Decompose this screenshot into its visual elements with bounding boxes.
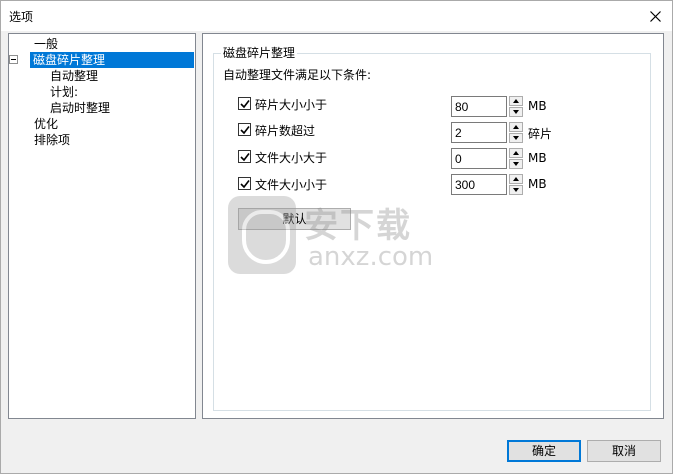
- spin-down-button[interactable]: [509, 133, 523, 143]
- chevron-down-icon: [513, 110, 519, 114]
- chevron-down-icon: [513, 162, 519, 166]
- unit-label: MB: [528, 177, 547, 191]
- window-title: 选项: [9, 10, 34, 24]
- cancel-button[interactable]: 取消: [587, 440, 661, 462]
- collapse-toggle[interactable]: [9, 55, 18, 64]
- checkmark-icon: [240, 126, 250, 135]
- chevron-up-icon: [513, 177, 519, 181]
- file-size-min-label: 文件大小大于: [255, 151, 328, 165]
- options-tree: [8, 33, 196, 419]
- checkmark-icon: [240, 153, 250, 162]
- tree-item-defrag[interactable]: 磁盘碎片整理: [30, 52, 194, 68]
- checkmark-icon: [240, 100, 250, 109]
- fragment-size-input[interactable]: [451, 96, 507, 117]
- tree-item-schedule[interactable]: 计划:: [50, 84, 78, 100]
- file-size-max-label: 文件大小小于: [255, 178, 328, 192]
- file-size-max-spinner: [509, 174, 523, 195]
- spin-up-button[interactable]: [509, 122, 523, 132]
- file-size-min-input[interactable]: [451, 148, 507, 169]
- close-button[interactable]: [638, 1, 672, 31]
- spin-up-button[interactable]: [509, 96, 523, 106]
- chevron-up-icon: [513, 125, 519, 129]
- tree-item-general[interactable]: 一般: [34, 36, 58, 52]
- tree-item-exclusions[interactable]: 排除项: [34, 132, 70, 148]
- fragment-count-input[interactable]: [451, 122, 507, 143]
- fragment-size-label: 碎片大小小于: [255, 98, 328, 112]
- chevron-up-icon: [513, 99, 519, 103]
- checkmark-icon: [240, 180, 250, 189]
- unit-label: MB: [528, 151, 547, 165]
- tree-item-boot-defrag[interactable]: 启动时整理: [50, 100, 110, 116]
- ok-button[interactable]: 确定: [507, 440, 581, 462]
- spin-down-button[interactable]: [509, 107, 523, 117]
- unit-label: 碎片: [528, 127, 553, 141]
- chevron-down-icon: [513, 188, 519, 192]
- unit-label: MB: [528, 99, 547, 113]
- fragment-size-checkbox[interactable]: [238, 97, 251, 110]
- tree-item-optimize[interactable]: 优化: [34, 116, 58, 132]
- spin-up-button[interactable]: [509, 174, 523, 184]
- file-size-max-checkbox[interactable]: [238, 177, 251, 190]
- chevron-up-icon: [513, 151, 519, 155]
- file-size-min-spinner: [509, 148, 523, 169]
- group-title: 磁盘碎片整理: [221, 44, 298, 61]
- fragment-count-spinner: [509, 122, 523, 143]
- fragment-count-label: 碎片数超过: [255, 124, 316, 138]
- spin-up-button[interactable]: [509, 148, 523, 158]
- spin-down-button[interactable]: [509, 159, 523, 169]
- fragment-count-checkbox[interactable]: [238, 123, 251, 136]
- close-icon: [649, 10, 661, 22]
- default-button[interactable]: 默认: [238, 208, 351, 230]
- title-bar: 选项: [1, 1, 672, 31]
- chevron-down-icon: [513, 136, 519, 140]
- spin-down-button[interactable]: [509, 185, 523, 195]
- fragment-size-spinner: [509, 96, 523, 117]
- conditions-subtitle: 自动整理文件满足以下条件:: [223, 68, 372, 82]
- file-size-max-input[interactable]: [451, 174, 507, 195]
- tree-item-auto-defrag[interactable]: 自动整理: [50, 68, 98, 84]
- file-size-min-checkbox[interactable]: [238, 150, 251, 163]
